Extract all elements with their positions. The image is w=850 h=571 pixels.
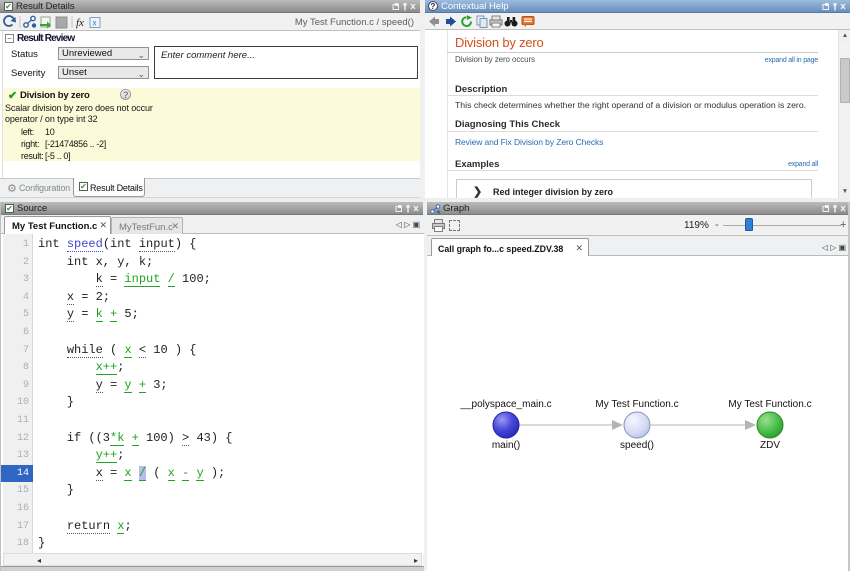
svg-text:fx: fx [76,17,84,29]
svg-text:x: x [93,19,97,28]
